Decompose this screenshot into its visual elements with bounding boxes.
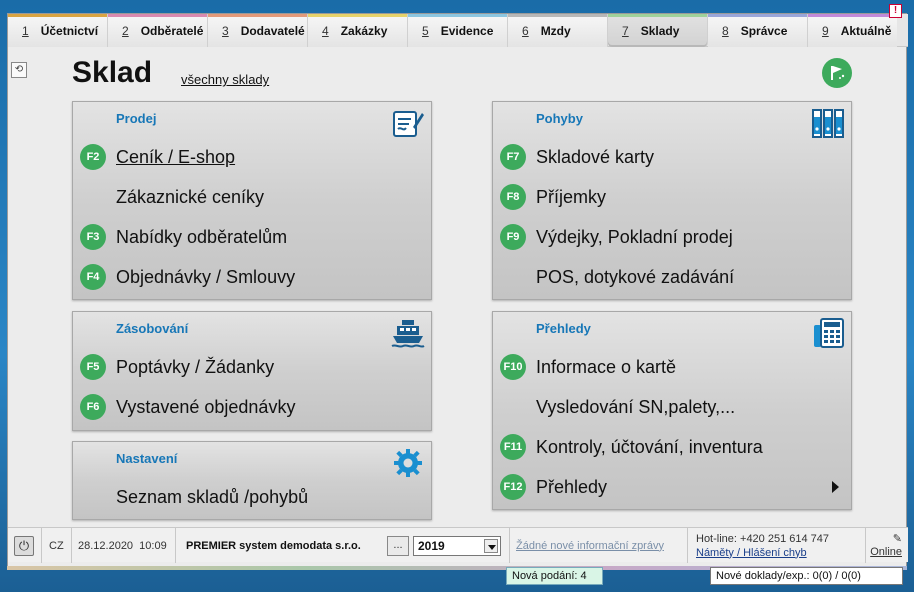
menu-item-vysledovani-sn[interactable]: Vysledování SN,palety,... xyxy=(493,392,851,422)
tab-evidence[interactable]: 5 Evidence xyxy=(408,14,508,47)
signed-document-icon xyxy=(391,107,425,139)
panel-title-zasobovani: Zásobování xyxy=(116,321,189,336)
menu-item-seznam-skladu[interactable]: Seznam skladů /pohybů xyxy=(73,482,431,512)
menu-item-vystavene-objednavky[interactable]: F6 Vystavené objednávky xyxy=(73,392,431,422)
language-indicator: CZ xyxy=(41,528,71,563)
panel-title-nastaveni: Nastavení xyxy=(116,451,178,466)
menu-item-skladove-karty[interactable]: F7 Skladové karty xyxy=(493,142,851,172)
menu-item-zakaznicke-ceniky[interactable]: Zákaznické ceníky xyxy=(73,182,431,212)
panel-title-prehledy: Přehledy xyxy=(536,321,591,336)
panel-pohyby: Pohyby F7 Skladové karty F8 Příjemky F9 … xyxy=(492,101,852,300)
menu-item-label: Informace o kartě xyxy=(536,356,677,377)
menu-item-pos[interactable]: POS, dotykové zadávání xyxy=(493,262,851,292)
panel-prodej: Prodej F2 Ceník / E-shop Zákaznické cení… xyxy=(72,101,432,300)
fkey-badge: F11 xyxy=(500,434,526,460)
tab-mzdy[interactable]: 6 Mzdy xyxy=(508,14,608,47)
menu-item-label: Ceník / E-shop xyxy=(116,146,236,167)
fkey-badge: F10 xyxy=(500,354,526,380)
binders-icon xyxy=(811,107,845,139)
menu-item-label: Vystavené objednávky xyxy=(116,396,296,417)
panel-nastaveni: Nastavení Seznam skladů /pohybů xyxy=(72,441,432,520)
menu-item-prijemky[interactable]: F8 Příjemky xyxy=(493,182,851,212)
panel-prehledy: Přehledy F10 Informace o kartě Vysledová… xyxy=(492,311,852,510)
tab-zakazky[interactable]: 4 Zakázky xyxy=(308,14,408,47)
panel-zasobovani: Zásobování F5 Poptávky / Žádanky F6 Vyst… xyxy=(72,311,432,431)
fkey-badge: F6 xyxy=(80,394,106,420)
menu-item-kontroly[interactable]: F11 Kontroly, účtování, inventura xyxy=(493,432,851,462)
fkey-badge: F12 xyxy=(500,474,526,500)
warning-icon[interactable]: ! xyxy=(889,4,902,18)
menu-item-poptavky[interactable]: F5 Poptávky / Žádanky xyxy=(73,352,431,382)
new-documents-badge[interactable]: Nové doklady/exp.: 0(0) / 0(0) xyxy=(710,567,903,585)
ship-icon xyxy=(391,317,425,349)
menu-item-label: Skladové karty xyxy=(536,146,655,167)
menu-item-vydejky[interactable]: F9 Výdejky, Pokladní prodej xyxy=(493,222,851,252)
fkey-badge: F8 xyxy=(500,184,526,210)
menu-item-label: Výdejky, Pokladní prodej xyxy=(536,226,733,247)
fkey-badge: F3 xyxy=(80,224,106,250)
fkey-badge: F5 xyxy=(80,354,106,380)
hotline-text: Hot-line: +420 251 614 747 xyxy=(696,532,830,545)
flag-icon[interactable] xyxy=(822,58,852,88)
fkey-badge: F4 xyxy=(80,264,106,290)
year-select[interactable]: 2019 xyxy=(413,528,501,563)
module-tabs: 1 Účetnictví 2 Odběratelé 3 Dodavatelé 4 Zak… xyxy=(8,14,908,47)
power-button[interactable]: ⏻ xyxy=(14,528,36,563)
menu-item-label: Přehledy xyxy=(536,476,608,497)
page-title: Sklad xyxy=(72,56,153,89)
menu-item-prehledy[interactable]: F12 Přehledy xyxy=(493,472,851,502)
fkey-badge: F7 xyxy=(500,144,526,170)
chevron-down-icon xyxy=(484,538,498,553)
menu-item-cenik[interactable]: F2 Ceník / E-shop xyxy=(73,142,431,172)
tab-ucetnictvi[interactable]: 1 Účetnictví xyxy=(8,14,108,47)
menu-item-label: Objednávky / Smlouvy xyxy=(116,266,296,287)
ideas-link[interactable]: Náměty / Hlášení chyb xyxy=(696,546,807,560)
menu-item-label: Seznam skladů /pohybů xyxy=(116,486,309,507)
datetime: 28.12.2020 10:09 xyxy=(71,528,175,563)
power-icon: ⏻ xyxy=(14,535,34,556)
company-name: PREMIER system demodata s.r.o. xyxy=(175,528,385,563)
calculator-icon xyxy=(811,317,845,349)
tab-aktualne[interactable]: 9 Aktuálně xyxy=(808,14,897,47)
menu-item-label: Kontroly, účtování, inventura xyxy=(536,436,763,457)
messages-link[interactable]: Žádné nové informační zprávy xyxy=(516,540,664,552)
fkey-badge: F2 xyxy=(80,144,106,170)
menu-item-label: Nabídky odběratelům xyxy=(116,226,288,247)
menu-item-nabidky[interactable]: F3 Nabídky odběratelům xyxy=(73,222,431,252)
status-bar: ⏻ CZ 28.12.2020 10:09 PREMIER system dem… xyxy=(8,527,908,563)
company-select-button[interactable]: ... xyxy=(387,528,409,563)
menu-item-informace-o-karte[interactable]: F10 Informace o kartě xyxy=(493,352,851,382)
menu-item-label: POS, dotykové zadávání xyxy=(536,266,735,287)
main-window: 1 Účetnictví 2 Odběratelé 3 Dodavatelé 4 Zak… xyxy=(7,13,908,569)
fkey-badge: F9 xyxy=(500,224,526,250)
tab-dodavatele[interactable]: 3 Dodavatelé xyxy=(208,14,308,47)
tab-sklady[interactable]: 7 Sklady xyxy=(608,14,708,47)
panel-title-prodej: Prodej xyxy=(116,111,157,126)
all-warehouses-link[interactable]: všechny sklady xyxy=(181,72,269,87)
gear-icon xyxy=(391,447,425,479)
history-icon[interactable]: ⟲ xyxy=(11,62,27,78)
tab-spravce[interactable]: 8 Správce xyxy=(708,14,808,47)
menu-item-label: Poptávky / Žádanky xyxy=(116,356,275,377)
menu-item-label: Zákaznické ceníky xyxy=(116,186,265,207)
eraser-icon: ✎ xyxy=(892,532,902,545)
menu-item-label: Vysledování SN,palety,... xyxy=(536,396,736,417)
online-link: Online xyxy=(870,545,902,558)
chevron-right-icon xyxy=(832,481,839,493)
online-status[interactable]: ✎ Online xyxy=(865,528,908,563)
menu-item-label: Příjemky xyxy=(536,186,607,207)
panel-title-pohyby: Pohyby xyxy=(536,111,583,126)
menu-item-objednavky[interactable]: F4 Objednávky / Smlouvy xyxy=(73,262,431,292)
new-submissions-badge[interactable]: Nová podání: 4 xyxy=(506,567,603,585)
tab-odberatele[interactable]: 2 Odběratelé xyxy=(108,14,208,47)
